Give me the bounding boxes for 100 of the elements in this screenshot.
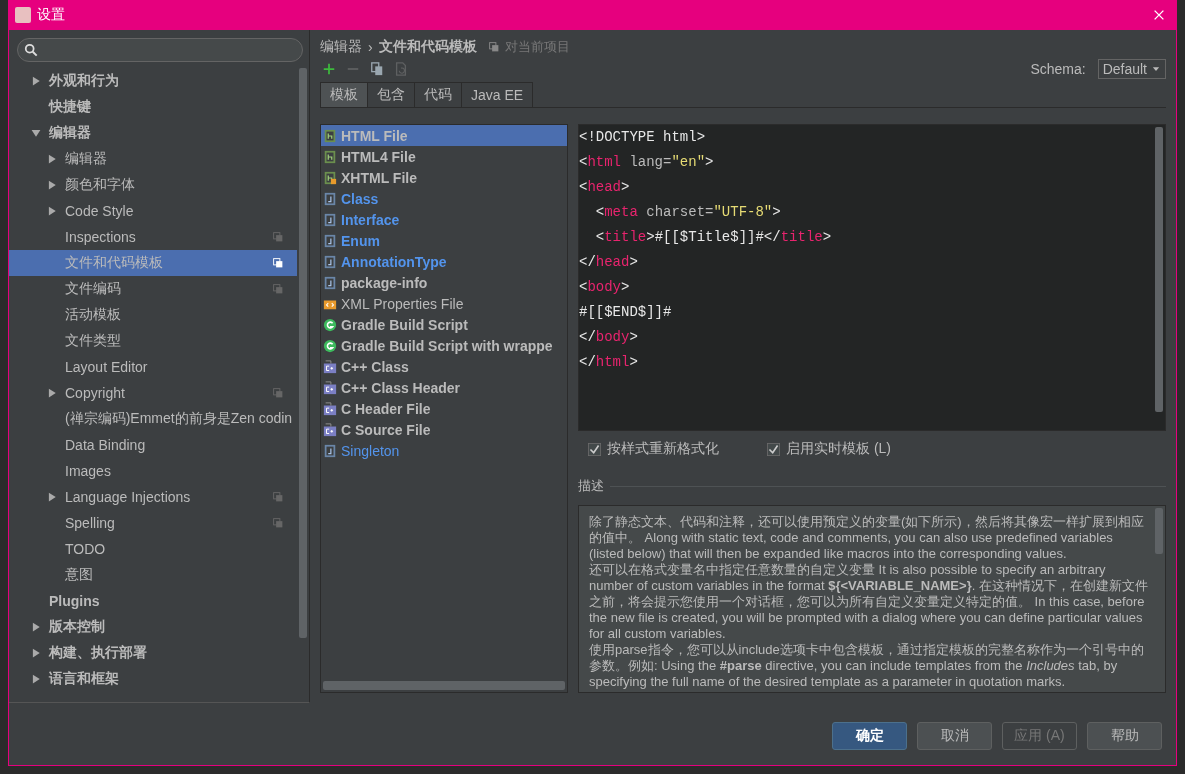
template-item[interactable]: Singleton xyxy=(321,440,567,461)
expand-arrow-icon xyxy=(31,76,41,86)
tree-item[interactable]: 外观和行为 xyxy=(9,68,297,94)
cpp-file-icon xyxy=(323,422,337,437)
checkbox[interactable]: 按样式重新格式化 xyxy=(588,439,719,459)
description-text: 还可以在格式变量名中指定任意数量的自定义变量 It is also possible to specify an arbitrary number of custom variables in the format ${<VARIABLE_NAME>}. 在这种情况下，在创建新文件之前，将会提示您使用一个对话框，您可以为所有自定义变量定义特定的值。 In this case, before the new file is created, you will be prompted with a dialog where you can define particular values for all custom variables. xyxy=(589,562,1149,642)
template-item[interactable]: C++ Class xyxy=(321,356,567,377)
template-item[interactable]: C Header File xyxy=(321,398,567,419)
schema-dropdown[interactable]: Default xyxy=(1097,59,1166,79)
template-item[interactable]: XML Properties File xyxy=(321,293,567,314)
template-item[interactable]: AnnotationType xyxy=(321,251,567,272)
template-name-text: Singleton xyxy=(341,442,400,459)
dialog-button[interactable]: 帮助 xyxy=(1087,722,1162,750)
tree-item[interactable]: 文件类型 xyxy=(9,328,297,354)
app-logo-icon xyxy=(15,7,31,23)
expand-arrow-icon xyxy=(31,622,41,632)
template-name-text: Enum xyxy=(341,232,380,249)
template-item[interactable]: C++ Class Header xyxy=(321,377,567,398)
code-line: <title>#[[$Title$]]#</title> xyxy=(594,228,833,247)
tree-item[interactable]: Images xyxy=(9,458,297,484)
tree-item[interactable]: 编辑器 xyxy=(9,120,297,146)
html-file-icon xyxy=(323,128,337,143)
tree-item[interactable]: 版本控制 xyxy=(9,614,297,640)
tree-item[interactable]: Layout Editor xyxy=(9,354,297,380)
code-line: </head> xyxy=(579,253,639,272)
template-item[interactable]: XHTML File xyxy=(321,167,567,188)
java-file-icon xyxy=(323,191,337,206)
template-name-text: Gradle Build Script xyxy=(341,316,468,333)
search-field[interactable] xyxy=(17,38,303,62)
tree-item[interactable]: Code Style xyxy=(9,198,297,224)
template-item[interactable]: Class xyxy=(321,188,567,209)
description-text: 除了静态文本、代码和注释，还可以使用预定义的变量(如下所示)，然后将其像宏一样扩展到相应的值中。 Along with static text, code and comments, you can also use predefined variables (listed below) that will then be expanded like macros into the corresponding values. xyxy=(589,514,1145,562)
code-line: <body> xyxy=(579,278,631,297)
expand-arrow-icon xyxy=(47,492,57,502)
template-name-text: C Header File xyxy=(341,400,431,417)
expand-arrow-icon xyxy=(47,206,57,216)
checkbox[interactable]: 启用实时模板 (L) xyxy=(767,439,891,459)
tree-item[interactable]: Inspections xyxy=(9,224,297,250)
template-name-text: Class xyxy=(341,190,379,207)
template-name-text: C++ Class Header xyxy=(341,379,461,396)
template-name-text: HTML4 File xyxy=(341,148,416,165)
tree-item[interactable]: TODO xyxy=(9,536,297,562)
tree-item[interactable]: 活动模板 xyxy=(9,302,297,328)
template-item[interactable]: Gradle Build Script xyxy=(321,314,567,335)
description-text: 使用parse指令，您可以从include选项卡中包含模板，通过指定模板的完整名称作为一个引号中的参数。例如: Using the #parse directive, you can include templates from the Includes tab, by specifying the full name of the desired template as a parameter in quotation marks. xyxy=(589,642,1145,690)
tree-item[interactable]: Language Injections xyxy=(9,484,297,510)
template-item[interactable]: C Source File xyxy=(321,419,567,440)
cpp-file-icon xyxy=(323,380,337,395)
tree-item[interactable]: 意图 xyxy=(9,562,297,588)
code-line: </body> xyxy=(579,328,639,347)
code-line: <html lang="en"> xyxy=(579,153,715,172)
code-line: <meta charset="UTF-8"> xyxy=(594,203,782,222)
template-item[interactable]: Enum xyxy=(321,230,567,251)
template-item[interactable]: Gradle Build Script with wrappe xyxy=(321,335,567,356)
tree-item[interactable]: 编辑器 xyxy=(9,146,297,172)
dialog-button[interactable]: 取消 xyxy=(917,722,992,750)
tree-item[interactable]: 颜色和字体 xyxy=(9,172,297,198)
tree-item[interactable]: (禅宗编码)Emmet的前身是Zen codin xyxy=(9,406,297,432)
java-file-icon xyxy=(323,275,337,290)
template-name-text: AnnotationType xyxy=(341,253,447,270)
breadcrumb-separator: › xyxy=(368,39,373,55)
section-title: 描述 xyxy=(578,477,604,495)
collapse-arrow-icon xyxy=(31,128,41,138)
java-file-icon xyxy=(323,443,337,458)
tree-item[interactable]: Copyright xyxy=(9,380,297,406)
tree-item[interactable]: Plugins xyxy=(9,588,297,614)
scrollbar[interactable] xyxy=(323,681,565,690)
java-file-icon xyxy=(323,233,337,248)
expand-arrow-icon xyxy=(47,180,57,190)
template-name-text: Gradle Build Script with wrappe xyxy=(341,337,553,354)
java-file-icon xyxy=(323,212,337,227)
gradle-icon xyxy=(323,317,337,332)
tree-item[interactable]: 文件编码 xyxy=(9,276,297,302)
html-file-icon xyxy=(323,149,337,164)
code-line: #[[$END$]]# xyxy=(579,303,673,322)
tree-item[interactable]: Data Binding xyxy=(9,432,297,458)
tab[interactable]: 模板 xyxy=(320,82,368,107)
tree-item[interactable]: 快捷键 xyxy=(9,94,297,120)
template-name-text: HTML File xyxy=(341,127,408,144)
template-item[interactable]: HTML4 File xyxy=(321,146,567,167)
tree-item[interactable]: 构建、执行部署 xyxy=(9,640,297,666)
window-title: 设置 xyxy=(37,6,66,24)
java-file-icon xyxy=(323,254,337,269)
schema-label: Schema: xyxy=(1030,61,1086,77)
template-item[interactable]: package-info xyxy=(321,272,567,293)
code-editor[interactable]: <!DOCTYPE html> <html lang="en"> <head> <meta charset="UTF-8"> <title>#[[$Title$]]#</title> </head> <body> #[[$END$]]# </body> </html> xyxy=(578,124,1166,431)
tree-item[interactable]: Spelling xyxy=(9,510,297,536)
ok-button[interactable]: 确定 xyxy=(832,722,907,750)
scrollbar[interactable] xyxy=(299,68,307,638)
tree-item[interactable]: 语言和框架 xyxy=(9,666,297,692)
expand-arrow-icon xyxy=(47,388,57,398)
code-line: <head> xyxy=(579,178,631,197)
scrollbar[interactable] xyxy=(1155,508,1163,554)
expand-arrow-icon xyxy=(31,674,41,684)
expand-arrow-icon xyxy=(31,648,41,658)
scrollbar[interactable] xyxy=(1155,127,1163,412)
add-icon xyxy=(322,62,336,76)
tab[interactable]: Java EE xyxy=(461,82,534,107)
template-item[interactable]: Interface xyxy=(321,209,567,230)
breadcrumb-item[interactable]: 编辑器 xyxy=(320,38,362,56)
